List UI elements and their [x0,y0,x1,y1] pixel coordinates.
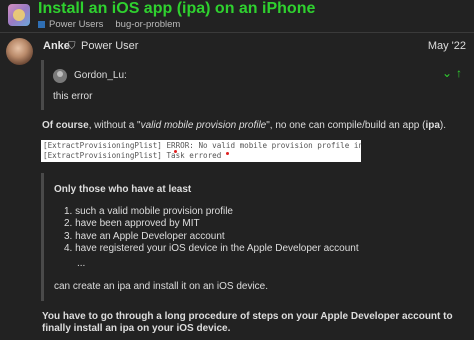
post-date[interactable]: May '22 [428,40,466,52]
breadcrumb: Power Users bug-or-problem [38,19,180,30]
quote-avatar[interactable] [53,69,67,83]
bold-text: ipa [425,120,440,131]
quote-block: Only those who have at least 1. such a v… [41,173,474,301]
topic-header: Install an iOS app (ipa) on an iPhone Po… [0,0,474,34]
quote-block: Gordon_Lu: ⌄ ↑ this error [41,60,474,110]
poster-title: Power User [81,40,139,52]
category-color-icon [38,21,45,28]
quote-text: this error [53,91,93,102]
list-item: 3. have an Apple Developer account [64,230,225,242]
topic-title[interactable]: Install an iOS app (ipa) on an iPhone [38,0,315,18]
annotation-dot [226,152,229,155]
list-ellipsis: ... [77,258,86,269]
category-link[interactable]: Power Users [49,19,103,30]
italic-text: valid mobile provision profile [140,120,267,131]
arrow-up-icon[interactable]: ↑ [456,66,462,80]
error-log: [ExtractProvisioningPlist] ERROR: No val… [41,140,361,162]
code-line: [ExtractProvisioningPlist] ERROR: No val… [43,141,361,150]
annotation-dot [174,150,177,153]
site-logo[interactable] [8,4,30,26]
post-paragraph-bold: You have to go through a long procedure … [42,311,453,334]
quote-heading: Only those who have at least [54,184,192,195]
header-divider [0,32,474,33]
avatar[interactable] [6,38,33,65]
text: ", no one can compile/build an app ( [266,120,426,131]
bold-text: Of course [42,120,89,131]
list-item: 1. such a valid mobile provision profile [64,206,233,217]
poster-name[interactable]: Anke [43,40,70,52]
code-line: [ExtractProvisioningPlist] Task errored [43,151,222,160]
quote-footer: can create an ipa and install it on an i… [54,281,269,292]
requirements-list: 1. such a valid mobile provision profile… [64,206,359,255]
post-paragraph: Of course, without a "valid mobile provi… [42,120,446,131]
tag-link[interactable]: bug-or-problem [115,19,180,30]
list-item: 4. have registered your iOS device in th… [64,242,359,254]
shield-icon: ⛉ [68,41,76,52]
text: , without a " [88,120,141,131]
quote-actions: ⌄ ↑ [438,66,462,80]
chevron-down-icon[interactable]: ⌄ [442,66,452,80]
list-item: 2. have been approved by MIT [64,218,200,230]
quote-username[interactable]: Gordon_Lu: [74,70,127,81]
text: ). [439,120,447,131]
